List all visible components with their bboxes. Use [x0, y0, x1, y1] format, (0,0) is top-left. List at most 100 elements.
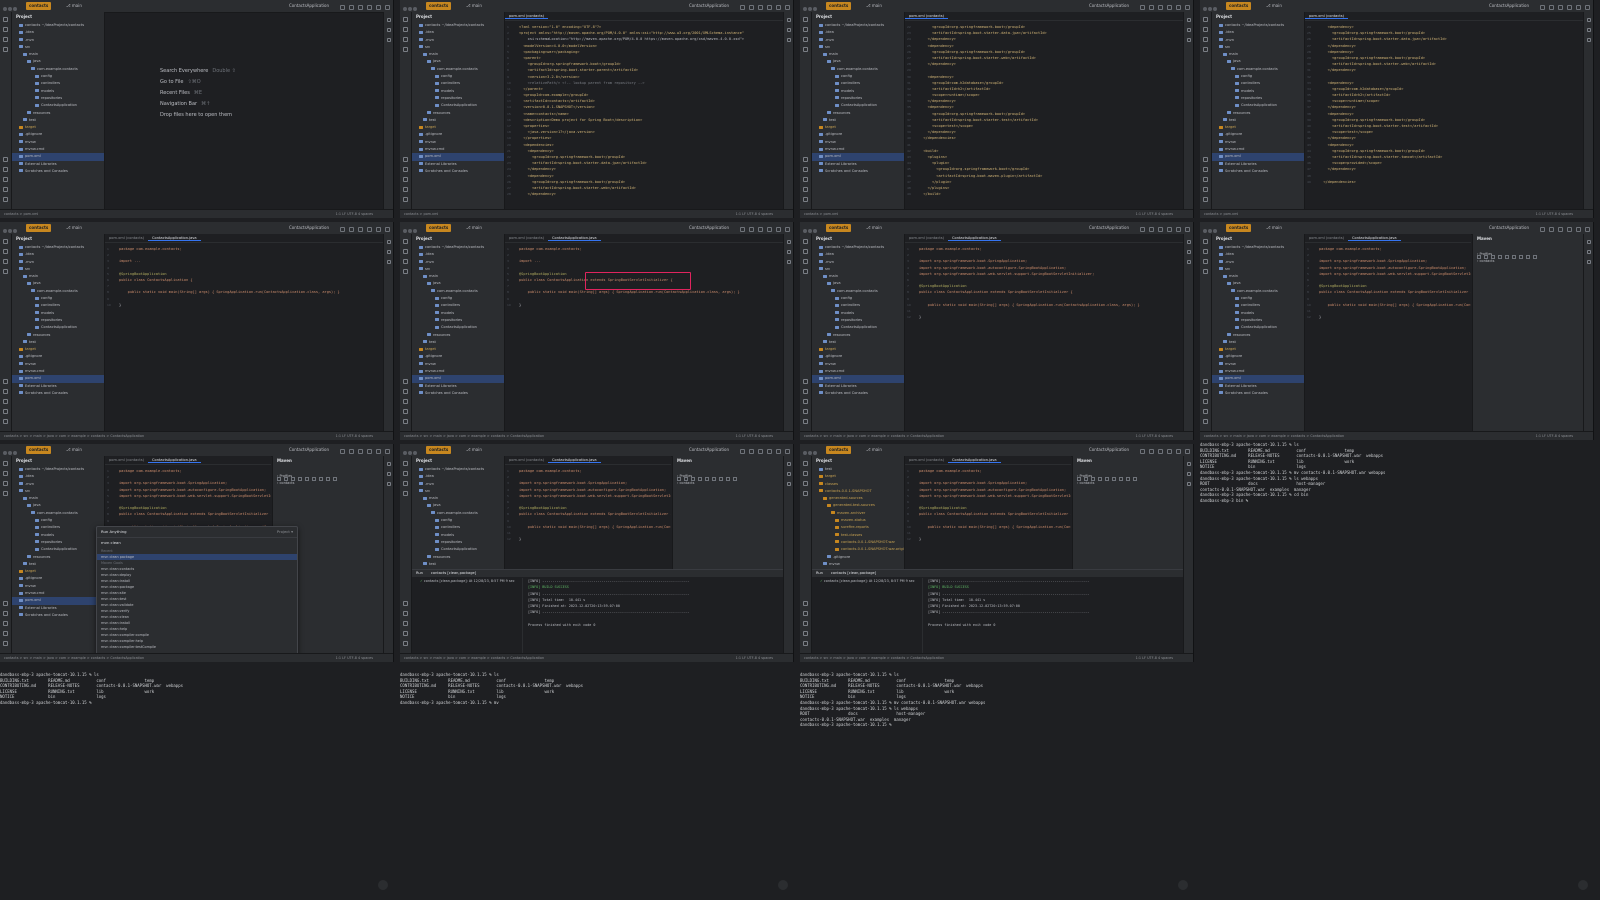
- tree-item[interactable]: java: [412, 280, 504, 287]
- notifications-icon[interactable]: [786, 462, 791, 466]
- editor-tab[interactable]: pom.xml (contacts): [105, 458, 148, 462]
- terminal-icon[interactable]: [1203, 399, 1208, 404]
- tree-item[interactable]: .gitignore: [412, 131, 504, 138]
- maven-icon[interactable]: [1186, 250, 1191, 254]
- tree-item[interactable]: models: [412, 88, 504, 95]
- tree-item[interactable]: com.example.contacts: [12, 288, 104, 295]
- tree-item[interactable]: src: [12, 44, 104, 51]
- tree-item[interactable]: External Libraries: [1212, 161, 1304, 168]
- tree-item[interactable]: .idea: [812, 29, 904, 36]
- tree-item[interactable]: Scratches and Consoles: [12, 390, 104, 397]
- skip-tests-icon[interactable]: [1119, 477, 1123, 481]
- problems-icon[interactable]: [3, 187, 8, 192]
- tree-item[interactable]: mvnw.cmd: [1212, 146, 1304, 153]
- tree-item[interactable]: config: [412, 517, 504, 524]
- debug-icon[interactable]: [1549, 227, 1554, 232]
- tree-item[interactable]: mvnw.cmd: [1212, 368, 1304, 375]
- tree-item[interactable]: ContactsApplication: [812, 324, 904, 331]
- commit-icon[interactable]: [803, 27, 808, 32]
- scope-selector[interactable]: Project ▾: [277, 529, 293, 534]
- run-tab[interactable]: Run: [416, 571, 423, 575]
- tree-item[interactable]: test: [412, 117, 504, 124]
- tree-item[interactable]: src: [812, 44, 904, 51]
- tree-item[interactable]: resources: [412, 554, 504, 561]
- tree-item[interactable]: test: [412, 561, 504, 568]
- branch-widget[interactable]: ⎇ main: [466, 0, 482, 12]
- window-control-icon[interactable]: [808, 451, 812, 455]
- breadcrumb[interactable]: contacts > pom.xml: [804, 212, 838, 216]
- tree-item[interactable]: repositories: [412, 539, 504, 546]
- commit-icon[interactable]: [403, 249, 408, 254]
- tree-item[interactable]: mvnw: [1212, 361, 1304, 368]
- tree-item[interactable]: controllers: [412, 524, 504, 531]
- run-config-selector[interactable]: ContactsApplication: [689, 222, 729, 234]
- run-icon[interactable]: [803, 389, 808, 394]
- tree-item[interactable]: resources: [12, 332, 104, 339]
- notifications-icon[interactable]: [786, 18, 791, 22]
- window-control-icon[interactable]: [803, 451, 807, 455]
- maven-panel[interactable]: Maven › Profiles › contacts: [672, 456, 783, 570]
- window-control-icon[interactable]: [1208, 7, 1212, 11]
- tree-item[interactable]: java: [12, 502, 104, 509]
- project-widget[interactable]: contacts: [426, 446, 452, 454]
- maven-icon[interactable]: [786, 250, 791, 254]
- tree-item[interactable]: Scratches and Consoles: [812, 390, 904, 397]
- collapse-icon[interactable]: [326, 477, 330, 481]
- settings-icon[interactable]: [385, 227, 390, 232]
- more-icon[interactable]: [1558, 227, 1563, 232]
- tree-item[interactable]: pom.xml: [12, 375, 104, 383]
- tree-item[interactable]: test: [812, 117, 904, 124]
- debug-icon[interactable]: [1149, 449, 1154, 454]
- tree-item[interactable]: test: [1212, 117, 1304, 124]
- tree-item[interactable]: src: [412, 44, 504, 51]
- window-control-icon[interactable]: [813, 229, 817, 233]
- run-panel[interactable]: Run contacts [clean,package] ✓ contacts [c…: [412, 569, 783, 654]
- tree-item[interactable]: config: [812, 73, 904, 80]
- run-config-selector[interactable]: ContactsApplication: [289, 444, 329, 456]
- maven-goal-icon[interactable]: [1505, 255, 1509, 259]
- more-icon[interactable]: [758, 5, 763, 10]
- settings-icon[interactable]: [1185, 5, 1190, 10]
- settings-icon[interactable]: [1185, 227, 1190, 232]
- git-icon[interactable]: [403, 419, 408, 424]
- run-icon[interactable]: [403, 167, 408, 172]
- tree-item[interactable]: repositories: [812, 95, 904, 102]
- collapse-icon[interactable]: [1126, 477, 1130, 481]
- breadcrumb[interactable]: contacts > pom.xml: [4, 212, 38, 216]
- tree-item[interactable]: Scratches and Consoles: [412, 168, 504, 175]
- folder-icon[interactable]: [803, 239, 808, 244]
- window-control-icon[interactable]: [13, 451, 17, 455]
- tree-item[interactable]: contacts ~/IdeaProjects/contacts: [412, 466, 504, 473]
- tree-item[interactable]: ContactsApplication: [1212, 102, 1304, 109]
- run-tree[interactable]: ✓ contacts [clean,package]: At 12/28/23,…: [812, 578, 923, 654]
- maven-icon[interactable]: [786, 28, 791, 32]
- folder-icon[interactable]: [1203, 239, 1208, 244]
- code-area[interactable]: 24 25 26 27 28 29 30 31 32 33 34 35 36 37 38 39 40 41 42 43…: [1305, 21, 1583, 185]
- tree-item[interactable]: ContactsApplication: [812, 102, 904, 109]
- tree-item[interactable]: .gitignore: [1212, 131, 1304, 138]
- tree-item[interactable]: Scratches and Consoles: [1212, 390, 1304, 397]
- terminal-icon[interactable]: [403, 621, 408, 626]
- notifications-icon[interactable]: [386, 18, 391, 22]
- settings-icon[interactable]: [385, 5, 390, 10]
- folder-icon[interactable]: [403, 17, 408, 22]
- tree-item[interactable]: ContactsApplication: [1212, 324, 1304, 331]
- maven-icon[interactable]: [386, 250, 391, 254]
- tree-item[interactable]: resources: [812, 332, 904, 339]
- search-icon[interactable]: [776, 227, 781, 232]
- run-icon[interactable]: [1540, 5, 1545, 10]
- commit-icon[interactable]: [403, 471, 408, 476]
- problems-icon[interactable]: [3, 631, 8, 636]
- tree-item[interactable]: mvnw: [812, 361, 904, 368]
- branch-widget[interactable]: ⎇ main: [866, 444, 882, 456]
- window-control-icon[interactable]: [8, 451, 12, 455]
- run-config-tab[interactable]: contacts [clean,package]: [831, 571, 876, 575]
- tree-item[interactable]: target: [812, 124, 904, 131]
- tree-item[interactable]: ContactsApplication: [12, 546, 104, 553]
- tree-item[interactable]: main: [812, 273, 904, 280]
- git-icon[interactable]: [3, 419, 8, 424]
- more-icon[interactable]: [358, 5, 363, 10]
- tree-item[interactable]: main: [1212, 51, 1304, 58]
- tree-item[interactable]: main: [412, 51, 504, 58]
- window-control-icon[interactable]: [8, 229, 12, 233]
